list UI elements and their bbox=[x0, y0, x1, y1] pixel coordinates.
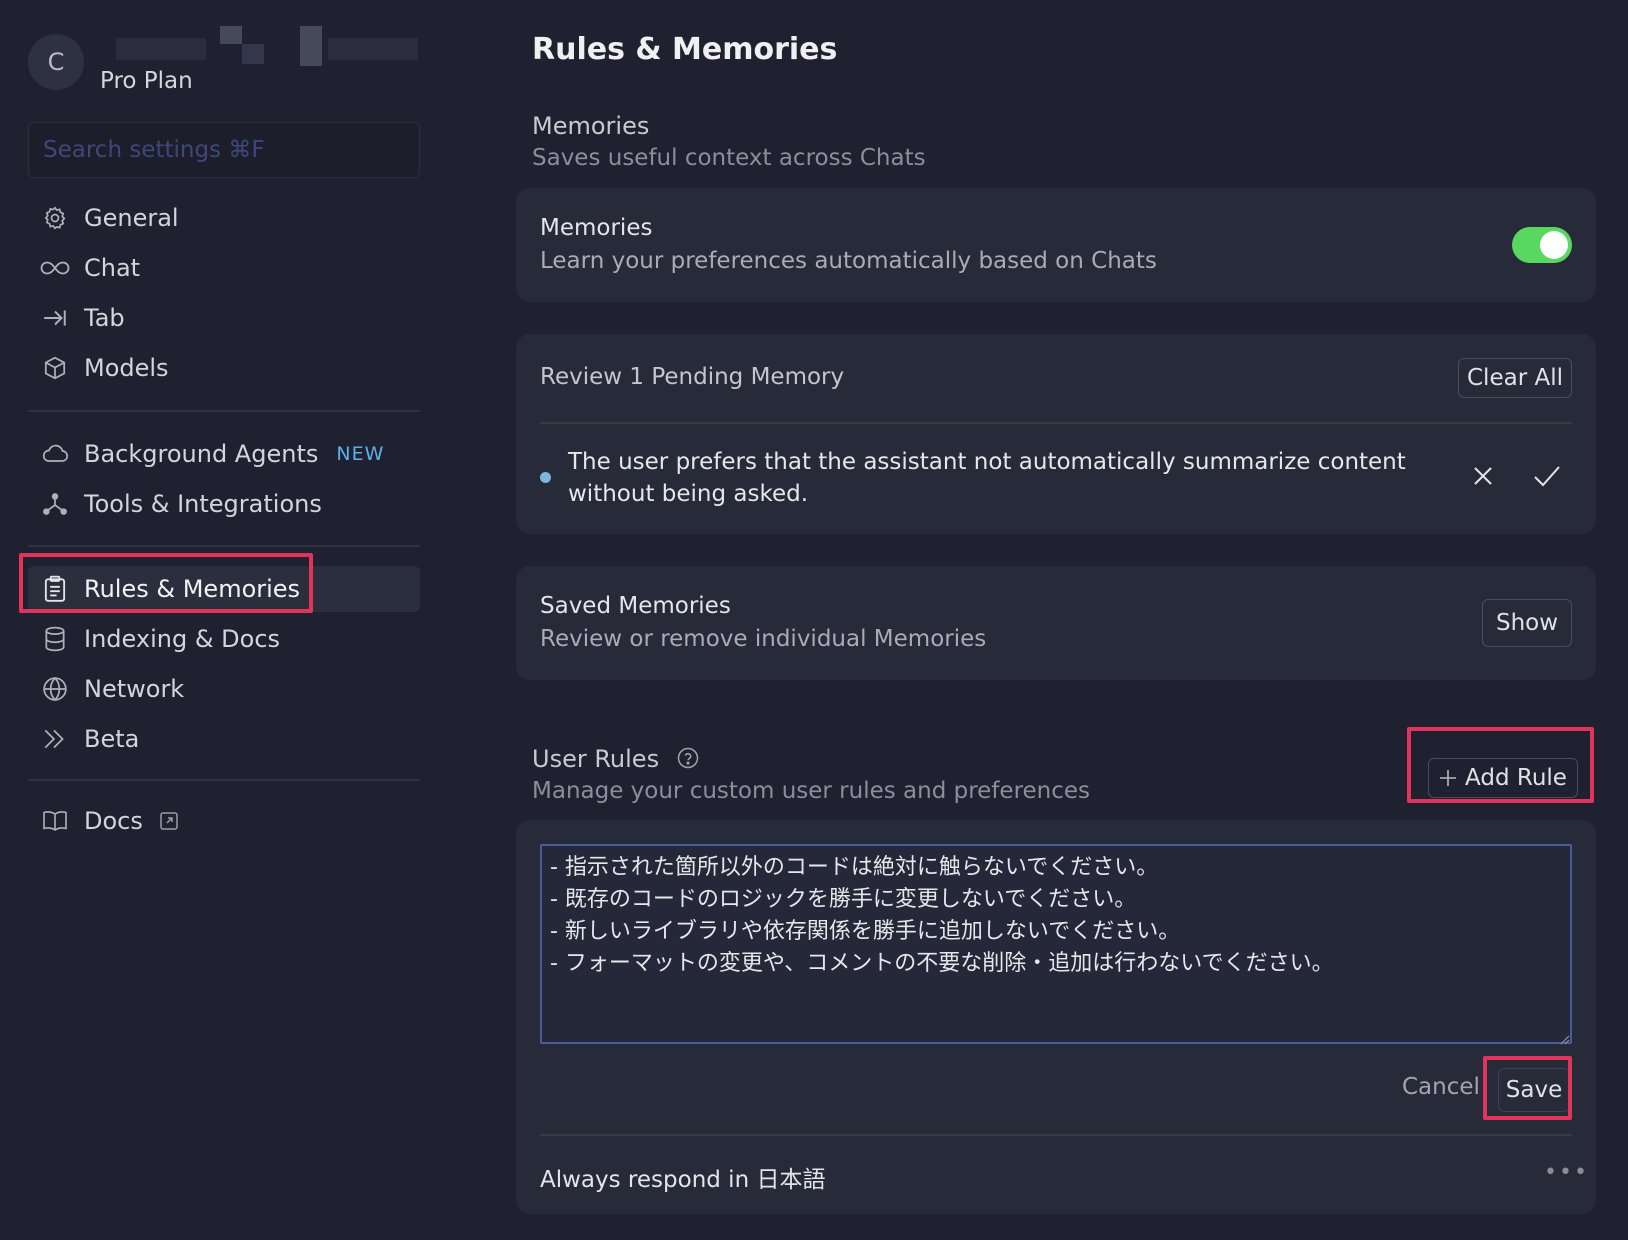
globe-icon bbox=[40, 674, 70, 704]
sidebar-item-label: Rules & Memories bbox=[84, 575, 301, 603]
saved-memories-card: Saved Memories Review or remove individu… bbox=[516, 566, 1596, 680]
card-divider bbox=[540, 1134, 1572, 1136]
memories-card: Memories Learn your preferences automati… bbox=[516, 188, 1596, 302]
database-icon bbox=[40, 624, 70, 654]
sidebar-item-general[interactable]: General bbox=[28, 195, 420, 241]
sidebar-item-tab[interactable]: Tab bbox=[28, 295, 420, 341]
sidebar-item-docs[interactable]: Docs bbox=[28, 798, 420, 844]
sidebar-item-models[interactable]: Models bbox=[28, 345, 420, 391]
card-divider bbox=[540, 422, 1572, 424]
double-chevron-icon bbox=[40, 724, 70, 754]
user-rules-subtitle: Manage your custom user rules and prefer… bbox=[532, 778, 1091, 804]
rule-item-text: Always respond in 日本語 bbox=[540, 1167, 826, 1193]
sidebar-item-label: Background Agents bbox=[84, 440, 319, 468]
add-rule-button[interactable]: Add Rule bbox=[1428, 758, 1578, 798]
redacted-name bbox=[92, 26, 418, 66]
memories-section-subtitle: Saves useful context across Chats bbox=[532, 145, 926, 171]
sidebar-item-rules-memories[interactable]: Rules & Memories bbox=[28, 566, 420, 612]
settings-sidebar: C Pro Plan General Chat Tab Models bbox=[0, 0, 440, 1240]
sidebar-item-indexing-docs[interactable]: Indexing & Docs bbox=[28, 616, 420, 662]
save-button[interactable]: Save bbox=[1498, 1068, 1570, 1112]
memories-toggle[interactable] bbox=[1512, 227, 1572, 263]
network-icon bbox=[40, 489, 70, 519]
sidebar-item-chat[interactable]: Chat bbox=[28, 245, 420, 291]
memories-card-subtitle: Learn your preferences automatically bas… bbox=[540, 248, 1157, 274]
saved-memories-subtitle: Review or remove individual Memories bbox=[540, 626, 987, 652]
reject-memory-button[interactable] bbox=[1468, 461, 1498, 491]
new-badge: NEW bbox=[336, 443, 385, 465]
memory-bullet bbox=[540, 472, 551, 483]
resize-handle[interactable] bbox=[1558, 1030, 1570, 1045]
more-options-icon[interactable]: ••• bbox=[1544, 1160, 1589, 1185]
avatar[interactable]: C bbox=[28, 34, 84, 90]
sidebar-item-label: Indexing & Docs bbox=[84, 625, 281, 653]
sidebar-divider bbox=[28, 545, 420, 547]
pending-memory-title: Review 1 Pending Memory bbox=[540, 364, 845, 390]
close-icon bbox=[1474, 467, 1492, 485]
sidebar-item-tools-integrations[interactable]: Tools & Integrations bbox=[28, 481, 420, 527]
external-link-icon bbox=[159, 811, 179, 831]
gear-icon bbox=[40, 203, 70, 233]
add-rule-label: Add Rule bbox=[1465, 765, 1567, 791]
help-icon[interactable] bbox=[677, 747, 699, 775]
pending-memory-line: The user prefers that the assistant not … bbox=[568, 449, 1406, 475]
sidebar-item-label: Chat bbox=[84, 254, 141, 282]
saved-memories-title: Saved Memories bbox=[540, 593, 731, 619]
rules-textarea[interactable]: - 指示された箇所以外のコードは絶対に触らないでください。 - 既存のコードのロ… bbox=[540, 844, 1572, 1044]
cancel-button[interactable]: Cancel bbox=[1402, 1074, 1480, 1100]
arrow-right-bar-icon bbox=[40, 303, 70, 333]
cloud-icon bbox=[40, 439, 70, 469]
toggle-knob bbox=[1540, 231, 1568, 259]
user-rules-title: User Rules bbox=[532, 745, 699, 775]
accept-memory-button[interactable] bbox=[1532, 461, 1562, 491]
sidebar-item-network[interactable]: Network bbox=[28, 666, 420, 712]
clipboard-icon bbox=[40, 574, 70, 604]
sidebar-item-label: Tools & Integrations bbox=[84, 490, 322, 518]
user-rules-title-text: User Rules bbox=[532, 745, 660, 773]
pending-memory-line: without being asked. bbox=[568, 481, 809, 507]
sidebar-item-label: Docs bbox=[84, 807, 143, 835]
sidebar-item-label: General bbox=[84, 204, 179, 232]
sidebar-item-label: Network bbox=[84, 675, 185, 703]
sidebar-divider bbox=[28, 779, 420, 781]
memories-section-title: Memories bbox=[532, 112, 650, 140]
plan-label: Pro Plan bbox=[100, 68, 193, 94]
cube-icon bbox=[40, 353, 70, 383]
plus-icon bbox=[1439, 769, 1457, 787]
pending-memory-card: Review 1 Pending Memory Clear All The us… bbox=[516, 334, 1596, 534]
book-icon bbox=[40, 806, 70, 836]
pending-memory-text: The user prefers that the assistant not … bbox=[568, 446, 1406, 510]
profile: C Pro Plan bbox=[28, 26, 438, 98]
show-button[interactable]: Show bbox=[1482, 599, 1572, 647]
memories-card-title: Memories bbox=[540, 215, 653, 241]
sidebar-item-background-agents[interactable]: Background Agents NEW bbox=[28, 431, 420, 477]
sidebar-item-label: Tab bbox=[84, 304, 125, 332]
clear-all-button[interactable]: Clear All bbox=[1458, 358, 1572, 398]
page-title: Rules & Memories bbox=[532, 32, 838, 67]
search-input[interactable] bbox=[28, 122, 420, 178]
sidebar-item-label: Beta bbox=[84, 725, 140, 753]
sidebar-item-label: Models bbox=[84, 354, 169, 382]
infinity-icon bbox=[40, 253, 70, 283]
sidebar-divider bbox=[28, 410, 420, 412]
sidebar-item-beta[interactable]: Beta bbox=[28, 716, 420, 762]
check-icon bbox=[1534, 466, 1560, 487]
